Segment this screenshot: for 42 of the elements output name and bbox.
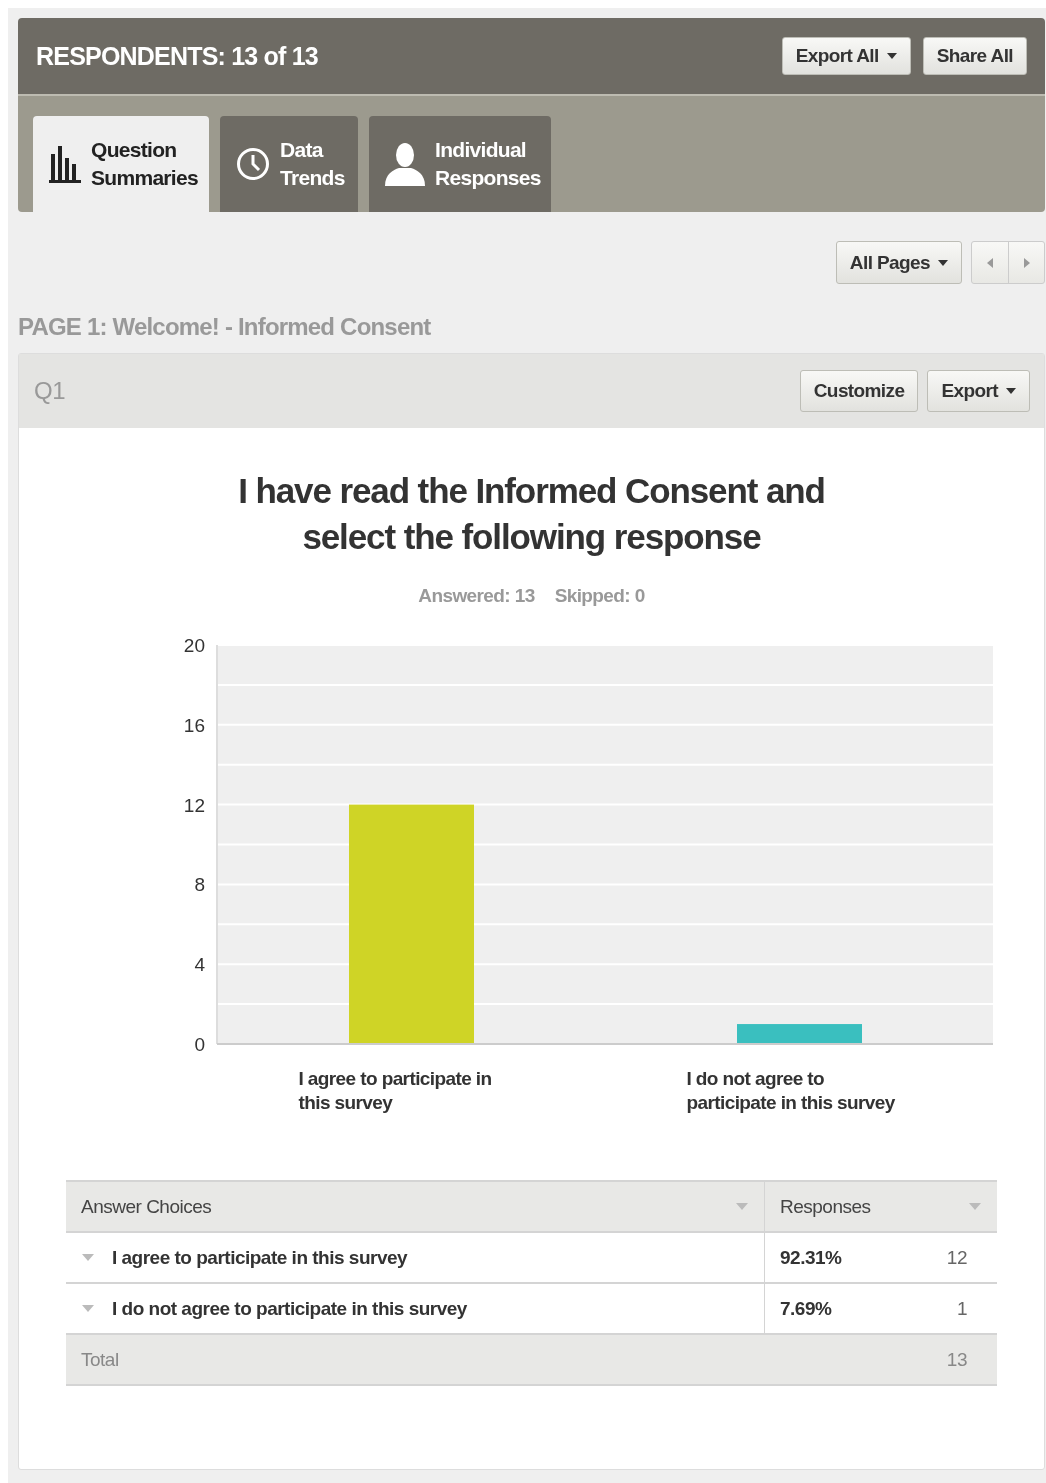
- left-arrow-icon: [987, 257, 993, 268]
- skipped-count: Skipped: 0: [554, 585, 645, 607]
- column-header: Responses: [780, 1195, 871, 1218]
- axis-tick-label: 0: [194, 1034, 205, 1055]
- sort-caret-icon[interactable]: [736, 1203, 748, 1210]
- expand-caret-icon[interactable]: [82, 1305, 94, 1312]
- right-arrow-icon: [1023, 257, 1030, 268]
- person-icon: [385, 142, 425, 186]
- bar-chart-icon: [49, 144, 81, 184]
- response-count: 12: [946, 1246, 967, 1268]
- tab[interactable]: Data Trends: [220, 116, 358, 212]
- axis-tick-label: 16: [183, 714, 205, 736]
- expand-caret-icon[interactable]: [82, 1254, 94, 1261]
- answered-count: Answered: 13: [418, 585, 535, 607]
- respondents-title: RESPONDENTS: 13 of 13: [36, 41, 319, 71]
- export-all-button[interactable]: Export All: [781, 37, 911, 75]
- caret-icon: [938, 259, 948, 266]
- axis-tick-label: 8: [194, 874, 205, 896]
- column-header: Answer Choices: [81, 1195, 212, 1218]
- sort-caret-icon[interactable]: [969, 1203, 981, 1210]
- response-percent: 7.69%: [780, 1297, 832, 1319]
- export-button[interactable]: Export: [927, 370, 1030, 412]
- page-title: PAGE 1: Welcome! - Informed Consent: [18, 312, 432, 342]
- question-number: Q1: [34, 377, 66, 405]
- category-label: I agree to participate in this survey: [298, 1067, 493, 1115]
- category-label: I do not agree to participate in this survey: [686, 1067, 896, 1115]
- total-label: Total: [81, 1348, 119, 1370]
- axis-tick-label: 20: [183, 635, 205, 656]
- share-all-button[interactable]: Share All: [922, 37, 1027, 75]
- tab[interactable]: Individual Responses: [369, 116, 551, 212]
- tab[interactable]: Question Summaries: [33, 116, 209, 212]
- all-pages-dropdown[interactable]: All Pages: [835, 241, 962, 284]
- answer-choice: I agree to participate in this survey: [112, 1246, 408, 1269]
- answer-choice: I do not agree to participate in this survey: [112, 1297, 467, 1320]
- question-title: I have read the Informed Consent and select the following response: [237, 470, 826, 558]
- axis-tick-label: 12: [183, 794, 205, 816]
- response-count: 1: [956, 1297, 967, 1319]
- axis-tick-label: 4: [194, 954, 205, 976]
- clock-icon: [236, 147, 270, 181]
- customize-button[interactable]: Customize: [799, 370, 919, 412]
- response-percent: 92.31%: [780, 1246, 842, 1268]
- total-count: 13: [946, 1348, 967, 1370]
